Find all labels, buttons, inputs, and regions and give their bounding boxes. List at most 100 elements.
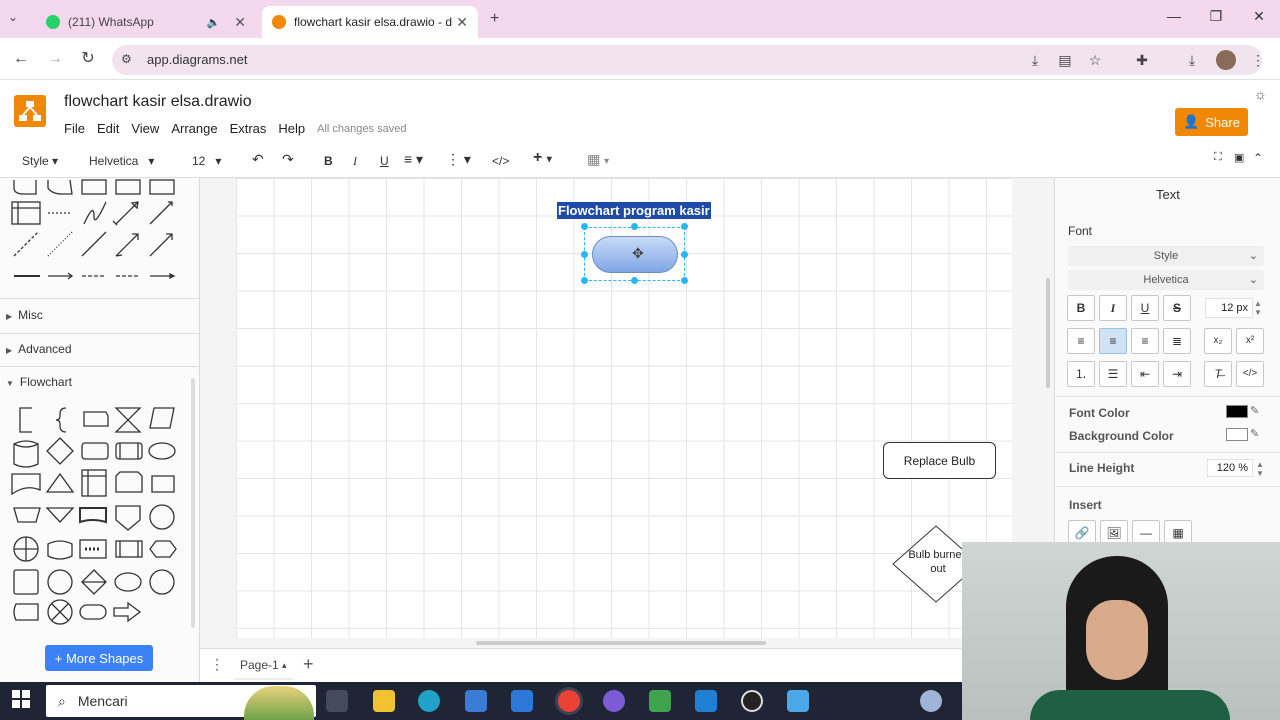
stepper-icon[interactable]: ▲ ▼: [1256, 460, 1264, 478]
chrome-icon[interactable]: [558, 690, 580, 712]
resize-handle[interactable]: [631, 277, 638, 284]
align-center-icon[interactable]: ≡: [1099, 328, 1127, 354]
more-format-icon[interactable]: ⋮ ▾: [446, 151, 471, 168]
browser-menu-icon[interactable]: ⋮: [1248, 50, 1268, 70]
diagram-title-text[interactable]: Flowchart program kasir: [557, 202, 711, 219]
close-icon[interactable]: ✕: [456, 14, 468, 31]
copilot-icon[interactable]: [603, 690, 625, 712]
html-button[interactable]: </>: [492, 154, 509, 168]
process-shape-replace-bulb[interactable]: Replace Bulb: [883, 442, 996, 479]
resize-handle[interactable]: [581, 251, 588, 258]
subscript-button[interactable]: x₂: [1204, 328, 1232, 354]
tab-text[interactable]: Text: [1156, 187, 1180, 202]
menu-file[interactable]: File: [64, 121, 85, 136]
tab-drawio[interactable]: flowchart kasir elsa.drawio - dra ✕: [262, 6, 478, 38]
tab-whatsapp[interactable]: (211) WhatsApp 🔈 ✕: [36, 6, 256, 38]
menu-extras[interactable]: Extras: [230, 121, 267, 136]
weather-icon[interactable]: [920, 690, 942, 712]
menu-help[interactable]: Help: [278, 121, 305, 136]
menu-view[interactable]: View: [131, 121, 159, 136]
align-icon[interactable]: ≡ ▾: [404, 151, 423, 168]
font-size-dropdown[interactable]: 12 ▾: [192, 154, 221, 168]
line-height-field[interactable]: 120 %: [1207, 459, 1253, 477]
reload-icon[interactable]: ↻: [77, 48, 99, 70]
resize-handle[interactable]: [631, 223, 638, 230]
font-color-swatch[interactable]: [1226, 405, 1248, 418]
url-text[interactable]: app.diagrams.net: [147, 52, 247, 67]
menu-arrange[interactable]: Arrange: [171, 121, 217, 136]
more-shapes-button[interactable]: + More Shapes: [45, 645, 153, 671]
resize-handle[interactable]: [581, 223, 588, 230]
obs-icon[interactable]: [741, 690, 763, 712]
download-icon[interactable]: ⤓: [1182, 50, 1202, 70]
add-page-icon[interactable]: +: [303, 654, 314, 675]
underline-button[interactable]: U: [1131, 295, 1159, 321]
table-icon[interactable]: ▦ ▾: [587, 151, 609, 168]
format-panel-toggle-icon[interactable]: ▣: [1234, 151, 1244, 164]
theme-sun-icon[interactable]: ☼: [1254, 86, 1267, 102]
fullscreen-icon[interactable]: ⛶: [1214, 151, 1222, 164]
clear-format-icon[interactable]: T̶: [1204, 361, 1232, 387]
align-right-icon[interactable]: ≡: [1131, 328, 1159, 354]
font-size-field[interactable]: 12 px: [1205, 298, 1253, 318]
menu-edit[interactable]: Edit: [97, 121, 119, 136]
page-tab[interactable]: Page-1 ▴: [234, 652, 293, 680]
eyedropper-icon[interactable]: ✎: [1250, 404, 1259, 417]
bold-button[interactable]: B: [324, 154, 333, 168]
windows-start-icon[interactable]: [12, 690, 30, 713]
section-misc[interactable]: ▶ Misc: [6, 308, 43, 322]
close-icon[interactable]: ✕: [234, 14, 246, 31]
photos-icon[interactable]: [649, 690, 671, 712]
minimize-button[interactable]: —: [1162, 8, 1186, 30]
file-explorer-icon[interactable]: [373, 690, 395, 712]
bold-button[interactable]: B: [1067, 295, 1095, 321]
stepper-icon[interactable]: ▲ ▼: [1254, 299, 1262, 317]
align-left-icon[interactable]: ≡: [1067, 328, 1095, 354]
close-window-button[interactable]: ✕: [1247, 8, 1271, 30]
eyedropper-icon[interactable]: ✎: [1250, 427, 1259, 440]
undo-icon[interactable]: ↶: [252, 151, 264, 168]
extensions-icon[interactable]: ✚: [1132, 50, 1152, 70]
vscode-icon[interactable]: [695, 690, 717, 712]
profile-avatar[interactable]: [1216, 50, 1236, 70]
pages-menu-icon[interactable]: ⋮: [210, 656, 224, 673]
forward-icon[interactable]: →: [44, 48, 66, 70]
site-info-icon[interactable]: ⚙: [121, 52, 132, 66]
italic-button[interactable]: I: [1099, 295, 1127, 321]
redo-icon[interactable]: ↷: [282, 151, 294, 168]
strikethrough-button[interactable]: S: [1163, 295, 1191, 321]
restore-button[interactable]: ❐: [1204, 8, 1228, 30]
tab-list-button[interactable]: ⌄: [8, 10, 18, 24]
install-app-icon[interactable]: ⤓: [1025, 50, 1045, 70]
section-flowchart[interactable]: ▼ Flowchart: [6, 375, 72, 389]
flowchart-shapes-palette[interactable]: [0, 404, 200, 634]
mail-icon[interactable]: [511, 690, 533, 712]
superscript-button[interactable]: x²: [1236, 328, 1264, 354]
resize-handle[interactable]: [681, 251, 688, 258]
bullet-list-icon[interactable]: ☰: [1099, 361, 1127, 387]
font-dropdown[interactable]: Helvetica ▾: [89, 154, 154, 168]
italic-button[interactable]: I: [353, 154, 357, 169]
align-justify-icon[interactable]: ≣: [1163, 328, 1191, 354]
font-family-select[interactable]: Helvetica ⌄: [1068, 270, 1264, 290]
new-tab-button[interactable]: +: [490, 10, 499, 28]
underline-button[interactable]: U: [380, 154, 389, 168]
resize-handle[interactable]: [581, 277, 588, 284]
task-view-icon[interactable]: [326, 690, 348, 712]
app-icon[interactable]: [787, 690, 809, 712]
back-icon[interactable]: ←: [10, 48, 32, 70]
page-icon[interactable]: ▤: [1055, 50, 1075, 70]
html-button[interactable]: </>: [1236, 361, 1264, 387]
general-shapes-palette[interactable]: [0, 178, 200, 298]
collapse-icon[interactable]: ⌃: [1253, 151, 1263, 165]
background-color-swatch[interactable]: [1226, 428, 1248, 441]
resize-handle[interactable]: [681, 277, 688, 284]
indent-icon[interactable]: ⇥: [1163, 361, 1191, 387]
document-title[interactable]: flowchart kasir elsa.drawio: [64, 93, 252, 111]
bookmark-star-icon[interactable]: ☆: [1085, 50, 1105, 70]
insert-plus-icon[interactable]: + ▾: [533, 149, 552, 167]
edge-icon[interactable]: [418, 690, 440, 712]
section-advanced[interactable]: ▶ Advanced: [6, 342, 72, 356]
store-icon[interactable]: [465, 690, 487, 712]
share-button[interactable]: 👤 Share: [1175, 108, 1248, 136]
